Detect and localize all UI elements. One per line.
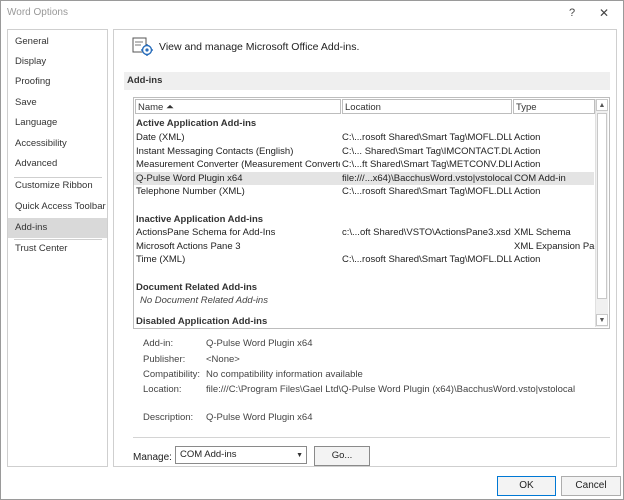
table-row[interactable]: Microsoft Actions Pane 3 XML Expansion P… xyxy=(134,240,596,254)
scroll-thumb[interactable] xyxy=(597,113,607,299)
window-title: Word Options xyxy=(7,7,68,18)
title-bar: Word Options ? ✕ xyxy=(1,1,623,25)
vertical-scrollbar[interactable]: ▲ ▼ xyxy=(595,99,608,327)
go-button[interactable]: Go... xyxy=(314,446,370,466)
detail-description-label: Description: xyxy=(143,412,194,423)
cancel-button[interactable]: Cancel xyxy=(561,476,621,496)
sidebar-item-advanced[interactable]: Advanced xyxy=(8,154,107,174)
addin-name: Measurement Converter (Measurement Conve… xyxy=(136,159,340,171)
section-header-bar: Add-ins xyxy=(124,72,610,90)
addin-type: Action xyxy=(514,132,541,143)
sidebar-item-add-ins[interactable]: Add-ins xyxy=(8,218,107,238)
addin-location: C:\...ft Shared\Smart Tag\METCONV.DLL xyxy=(342,159,512,171)
column-header-type[interactable]: Type xyxy=(513,99,595,114)
addin-name: ActionsPane Schema for Add-Ins xyxy=(136,227,276,239)
sidebar-item-general[interactable]: General xyxy=(8,32,107,52)
addin-type: XML Expansion Pack xyxy=(514,240,596,252)
group-header-document: Document Related Add-ins xyxy=(136,281,258,293)
addin-location: C:\...rosoft Shared\Smart Tag\MOFL.DLL xyxy=(342,132,512,143)
sidebar-item-display[interactable]: Display xyxy=(8,52,107,72)
group-header: Disabled Application Add-ins xyxy=(134,315,594,328)
addin-location: file:///...x64)\BacchusWord.vsto|vstoloc… xyxy=(342,172,512,184)
sidebar-item-quick-access-toolbar[interactable]: Quick Access Toolbar xyxy=(8,197,107,217)
table-row[interactable]: Instant Messaging Contacts (English) C:\… xyxy=(134,145,594,159)
detail-publisher-label: Publisher: xyxy=(143,354,186,365)
sidebar-item-trust-center[interactable]: Trust Center xyxy=(8,239,107,259)
sidebar-item-language[interactable]: Language xyxy=(8,113,107,133)
word-options-dialog: Word Options ? ✕ General Display Proofin… xyxy=(0,0,624,500)
column-header-location[interactable]: Location xyxy=(342,99,512,114)
addin-location: C:\...rosoft Shared\Smart Tag\MOFL.DLL xyxy=(342,254,512,266)
group-header-disabled: Disabled Application Add-ins xyxy=(136,316,268,327)
addin-name: Microsoft Actions Pane 3 xyxy=(136,240,241,252)
table-row[interactable]: Measurement Converter (Measurement Conve… xyxy=(134,158,594,172)
addin-type: Action xyxy=(514,186,541,198)
addin-name: Telephone Number (XML) xyxy=(136,186,245,198)
addin-name: Time (XML) xyxy=(136,254,186,266)
chevron-down-icon: ▼ xyxy=(296,452,303,459)
table-row[interactable]: ActionsPane Schema for Add-Ins c:\...oft… xyxy=(134,226,594,240)
ok-button[interactable]: OK xyxy=(497,476,556,496)
sidebar-item-customize-ribbon[interactable]: Customize Ribbon xyxy=(8,176,107,196)
sidebar-item-save[interactable]: Save xyxy=(8,93,107,113)
addin-location: C:\...rosoft Shared\Smart Tag\MOFL.DLL xyxy=(342,186,512,198)
detail-addin-label: Add-in: xyxy=(143,338,174,349)
detail-location-label: Location: xyxy=(143,384,182,395)
detail-location-value: file:///C:\Program Files\Gael Ltd\Q-Puls… xyxy=(206,384,576,395)
help-button[interactable]: ? xyxy=(559,4,585,22)
detail-addin-value: Q-Pulse Word Plugin x64 xyxy=(206,338,313,349)
scroll-down-arrow-icon[interactable]: ▼ xyxy=(596,314,608,326)
close-button[interactable]: ✕ xyxy=(591,4,617,22)
addin-location: c:\...oft Shared\VSTO\ActionsPane3.xsd xyxy=(342,227,511,239)
addins-panel: View and manage Microsoft Office Add-ins… xyxy=(113,29,617,467)
addin-name: Q-Pulse Word Plugin x64 xyxy=(136,172,243,184)
group-header: Active Application Add-ins xyxy=(134,117,594,131)
scroll-up-arrow-icon[interactable]: ▲ xyxy=(596,99,608,111)
manage-dropdown[interactable]: COM Add-ins ▼ xyxy=(175,446,307,464)
no-document-addins-note: No Document Related Add-ins xyxy=(140,295,268,307)
group-header-inactive: Inactive Application Add-ins xyxy=(136,213,264,225)
addin-name: Instant Messaging Contacts (English) xyxy=(136,145,294,157)
addin-type: Action xyxy=(514,254,541,266)
detail-compat-value: No compatibility information available xyxy=(206,369,363,380)
manage-label: Manage: xyxy=(133,452,172,463)
options-sidebar: General Display Proofing Save Language A… xyxy=(7,29,108,467)
panel-header: View and manage Microsoft Office Add-ins… xyxy=(159,41,360,53)
addin-type: XML Schema xyxy=(514,227,571,239)
panel-divider xyxy=(133,437,610,438)
addins-listview[interactable]: Name ⏶ Location Type Active Application … xyxy=(133,97,610,329)
addin-type: Action xyxy=(514,145,541,157)
group-header: Inactive Application Add-ins xyxy=(134,213,594,227)
table-row[interactable]: Telephone Number (XML) C:\...rosoft Shar… xyxy=(134,185,594,199)
manage-selected-value: COM Add-ins xyxy=(180,449,237,460)
list-item: No Document Related Add-ins xyxy=(134,294,594,308)
detail-publisher-value: <None> xyxy=(206,354,240,365)
sidebar-item-proofing[interactable]: Proofing xyxy=(8,72,107,92)
table-row-selected[interactable]: Q-Pulse Word Plugin x64 file:///...x64)\… xyxy=(134,171,594,186)
addin-type: Action xyxy=(514,159,541,171)
group-header: Document Related Add-ins xyxy=(134,281,594,295)
section-title: Add-ins xyxy=(127,75,163,86)
addins-gear-icon xyxy=(132,37,153,56)
detail-description-value: Q-Pulse Word Plugin x64 xyxy=(206,412,313,423)
sidebar-item-accessibility[interactable]: Accessibility xyxy=(8,134,107,154)
table-row[interactable]: Date (XML) C:\...rosoft Shared\Smart Tag… xyxy=(134,131,594,145)
table-row[interactable]: Time (XML) C:\...rosoft Shared\Smart Tag… xyxy=(134,253,594,267)
detail-compat-label: Compatibility: xyxy=(143,369,201,380)
column-header-name[interactable]: Name ⏶ xyxy=(135,99,341,114)
addin-type: COM Add-in xyxy=(514,172,566,184)
addin-location: C:\... Shared\Smart Tag\IMCONTACT.DLL xyxy=(342,145,512,157)
addin-name: Date (XML) xyxy=(136,132,185,143)
group-header-active: Active Application Add-ins xyxy=(136,118,257,129)
